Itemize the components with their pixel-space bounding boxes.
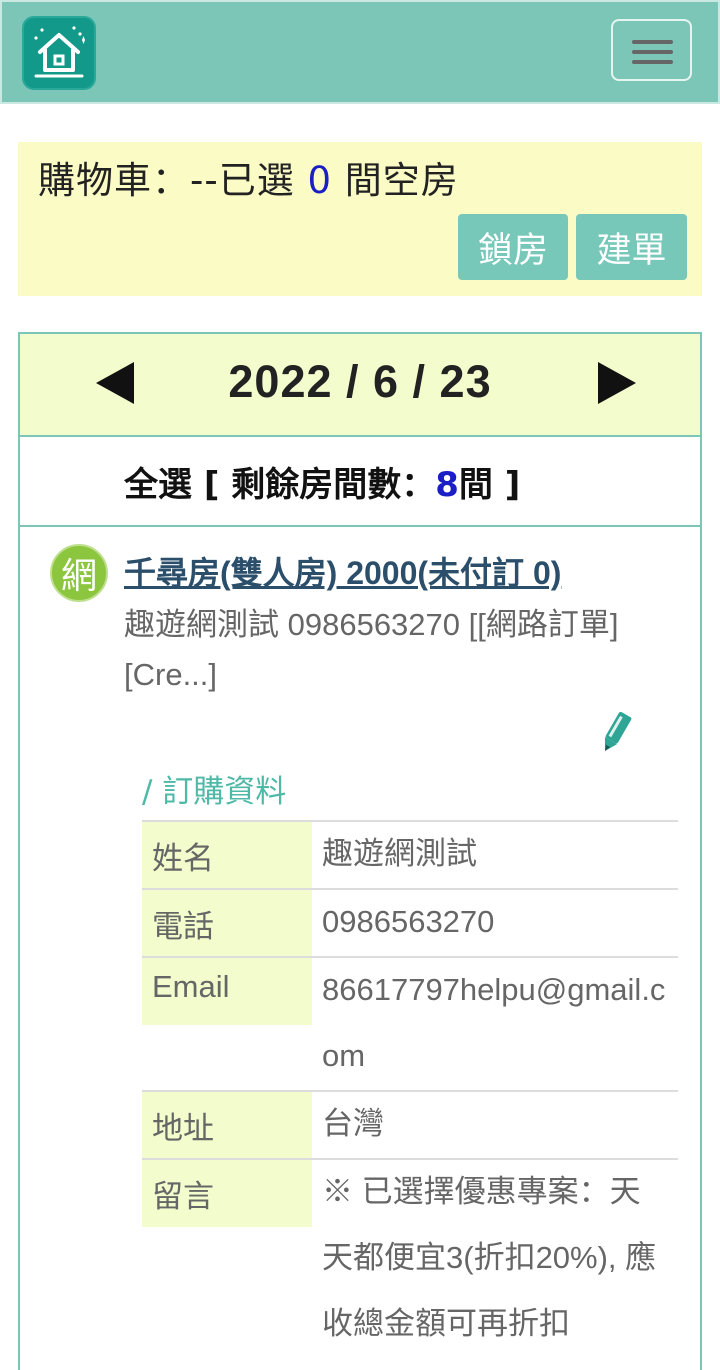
- online-booking-badge: 網: [50, 544, 108, 602]
- pencil-icon[interactable]: [596, 708, 636, 756]
- order-value-text: ※ 已選擇優惠專案：天天都便宜3(折扣20%), 應收總金額可再折扣: [322, 1174, 657, 1341]
- order-value: 86617797helpu@gmail.com: [312, 957, 678, 1091]
- order-value: 0986563270: [312, 889, 678, 957]
- calendar-header: 2022 / 6 / 23: [20, 334, 700, 437]
- order-info-table: 姓名 趣遊網測試 電話 0986563270 Email 86617797hel…: [142, 820, 678, 1359]
- lock-room-button[interactable]: 鎖房: [458, 214, 568, 280]
- create-order-button[interactable]: 建單: [576, 214, 687, 280]
- cart-label: 購物車：--已選: [38, 159, 308, 202]
- order-value-text: 台灣: [322, 1106, 384, 1141]
- select-all-row[interactable]: 全選 [ 剩餘房間數：8間 ]: [20, 437, 700, 527]
- order-value-text: 趣遊網測試: [322, 836, 477, 871]
- room-title-link[interactable]: 千尋房(雙人房) 2000(未付訂 0): [124, 548, 561, 594]
- order-value-text: 86617797helpu@gmail.com: [322, 972, 666, 1073]
- order-value: ※ 已選擇優惠專案：天天都便宜3(折扣20%), 應收總金額可再折扣: [312, 1159, 678, 1359]
- table-row: 地址 台灣: [142, 1091, 678, 1159]
- order-value: 趣遊網測試: [312, 821, 678, 889]
- cart-suffix: 間空房: [332, 159, 459, 202]
- triangle-right-icon[interactable]: [598, 362, 636, 404]
- select-all-label[interactable]: 全選 [ 剩餘房間數：8間 ]: [124, 457, 520, 506]
- order-key: 地址: [142, 1091, 312, 1159]
- home-logo-button[interactable]: [22, 16, 96, 90]
- menu-line: [632, 60, 673, 64]
- order-key: 電話: [142, 889, 312, 957]
- cart-count: 0: [307, 159, 333, 202]
- select-all-suffix: 間 ]: [458, 465, 521, 505]
- cart-summary: 購物車：--已選 0 間空房: [38, 150, 459, 204]
- shopping-cart-panel: 購物車：--已選 0 間空房 鎖房 建單: [18, 142, 702, 296]
- order-info-heading: / 訂購資料: [142, 774, 287, 810]
- hamburger-menu-icon: [632, 40, 673, 44]
- top-navbar: [0, 0, 720, 104]
- remaining-room-count: 8: [435, 465, 459, 505]
- table-row: 留言 ※ 已選擇優惠專案：天天都便宜3(折扣20%), 應收總金額可再折扣: [142, 1159, 678, 1359]
- order-value-text: 0986563270: [322, 904, 495, 939]
- table-row: 姓名 趣遊網測試: [142, 821, 678, 889]
- hamburger-menu-button[interactable]: [611, 19, 692, 81]
- room-booking-summary: 趣遊網測試 0986563270 [[網路訂單][Cre...]: [124, 607, 619, 692]
- house-icon: [34, 26, 85, 78]
- menu-line: [632, 50, 673, 54]
- select-all-prefix: 全選 [ 剩餘房間數：: [124, 465, 436, 505]
- table-row: 電話 0986563270: [142, 889, 678, 957]
- order-key: 留言: [142, 1159, 312, 1359]
- order-key: 姓名: [142, 821, 312, 889]
- order-key: Email: [142, 957, 312, 1091]
- calendar-panel: 2022 / 6 / 23 全選 [ 剩餘房間數：8間 ] 網 千尋房(雙人房)…: [18, 332, 702, 1370]
- table-row: Email 86617797helpu@gmail.com: [142, 957, 678, 1091]
- order-value: 台灣: [312, 1091, 678, 1159]
